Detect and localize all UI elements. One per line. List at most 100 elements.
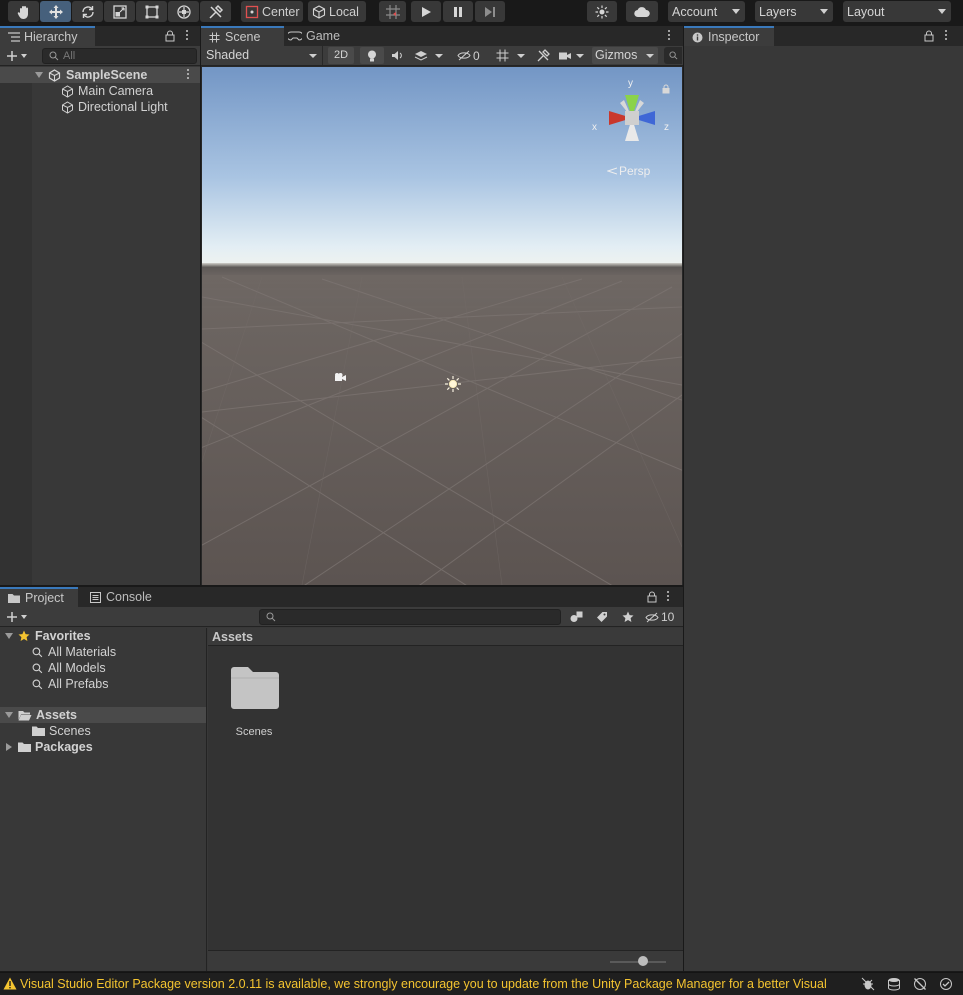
scale-tool-button[interactable]: [104, 1, 135, 22]
breadcrumb-assets[interactable]: Assets: [212, 630, 253, 644]
hand-tool-button[interactable]: [8, 1, 39, 22]
star-icon: [622, 611, 634, 622]
scene-viewport[interactable]: y x z Persp: [202, 67, 682, 585]
rect-tool-button[interactable]: [136, 1, 167, 22]
search-by-type-button[interactable]: [567, 609, 585, 625]
folder-icon: [32, 726, 45, 736]
project-panel: Project Console 10 Favorites All Materia…: [0, 587, 683, 971]
favorite-item-all-models[interactable]: All Models: [0, 660, 206, 676]
orientation-gizmo[interactable]: y x z Persp: [587, 73, 677, 183]
project-folder-tree: Favorites All Materials All Models All P…: [0, 628, 207, 971]
grid-snap-button[interactable]: [379, 1, 406, 22]
toggle-2d-button[interactable]: 2D: [328, 47, 354, 64]
network-off-icon[interactable]: [913, 977, 927, 991]
move-tool-button[interactable]: [40, 1, 71, 22]
bug-icon[interactable]: [861, 977, 875, 991]
search-by-label-button[interactable]: [593, 609, 611, 625]
zoom-slider-thumb[interactable]: [638, 956, 648, 966]
pivot-rotation-button[interactable]: Local: [308, 1, 366, 22]
create-add-button[interactable]: [6, 48, 34, 64]
list-icon: [8, 32, 20, 42]
folder-icon: [8, 594, 20, 603]
tab-inspector[interactable]: Inspector: [684, 26, 774, 46]
expand-arrow-icon[interactable]: [35, 72, 43, 78]
services-button[interactable]: [587, 1, 617, 22]
expand-arrow-icon[interactable]: [5, 712, 13, 718]
more-menu-icon[interactable]: [185, 30, 189, 42]
project-search-input[interactable]: [259, 609, 561, 625]
hierarchy-gutter: [0, 67, 32, 585]
lock-icon[interactable]: [924, 30, 934, 42]
folder-open-icon: [18, 710, 32, 720]
hidden-packages-toggle[interactable]: 10: [645, 609, 681, 625]
layers-dropdown[interactable]: Layers: [755, 1, 833, 22]
asset-label: Scenes: [235, 726, 273, 738]
tab-scene[interactable]: Scene: [201, 26, 284, 46]
favorite-item-all-prefabs[interactable]: All Prefabs: [0, 676, 206, 692]
tab-project[interactable]: Project: [0, 587, 78, 607]
chevron-down-icon[interactable]: [517, 54, 525, 58]
hierarchy-item-main-camera[interactable]: Main Camera: [0, 83, 200, 99]
directional-light-gizmo-icon[interactable]: [444, 375, 462, 393]
account-dropdown[interactable]: Account: [668, 1, 745, 22]
chevron-down-icon: [21, 54, 27, 58]
hidden-count: 0: [473, 48, 480, 63]
packages-folder-row[interactable]: Packages: [0, 739, 206, 755]
expand-arrow-icon[interactable]: [5, 633, 13, 639]
projection-toggle[interactable]: Persp: [607, 164, 650, 178]
create-add-button[interactable]: [6, 609, 34, 625]
tab-hierarchy[interactable]: Hierarchy: [0, 26, 95, 46]
save-search-button[interactable]: [619, 609, 637, 625]
tab-console[interactable]: Console: [80, 587, 160, 607]
favorites-row[interactable]: Favorites: [0, 628, 206, 644]
lock-icon[interactable]: [662, 84, 670, 94]
scene-row[interactable]: SampleScene: [0, 67, 200, 83]
pause-button[interactable]: [443, 1, 473, 22]
lock-icon[interactable]: [647, 591, 657, 603]
tab-game[interactable]: Game: [284, 26, 356, 46]
more-menu-icon[interactable]: [944, 30, 948, 42]
cache-server-icon[interactable]: [887, 977, 901, 991]
audio-toggle[interactable]: [386, 47, 408, 64]
pivot-center-icon: [245, 5, 259, 18]
grid-hash-icon: [209, 32, 220, 42]
assets-folder-row[interactable]: Assets: [0, 707, 206, 723]
chevron-down-icon: [309, 54, 317, 58]
chevron-down-icon[interactable]: [435, 54, 443, 58]
more-menu-icon[interactable]: [666, 591, 670, 603]
lock-icon[interactable]: [165, 30, 175, 42]
camera-settings-dropdown[interactable]: [558, 47, 588, 64]
hidden-objects-toggle[interactable]: 0: [457, 47, 487, 64]
status-message[interactable]: Visual Studio Editor Package version 2.0…: [20, 977, 840, 991]
step-button[interactable]: [475, 1, 505, 22]
scene-search-input[interactable]: [664, 47, 682, 64]
more-menu-icon[interactable]: [186, 69, 190, 81]
hierarchy-search-input[interactable]: All: [42, 48, 197, 64]
item-label: All Materials: [48, 645, 117, 659]
shading-mode-dropdown[interactable]: Shaded: [201, 46, 323, 65]
gizmos-dropdown[interactable]: Gizmos: [592, 47, 658, 64]
hierarchy-tabbar: Hierarchy: [0, 26, 200, 46]
lighting-toggle[interactable]: [360, 47, 384, 64]
tools-toggle[interactable]: [532, 47, 554, 64]
asset-folder-scenes[interactable]: Scenes: [224, 666, 284, 738]
more-menu-icon[interactable]: [667, 30, 671, 42]
tab-game-label: Game: [306, 29, 341, 43]
rotate-tool-button[interactable]: [72, 1, 103, 22]
camera-gizmo-icon[interactable]: [333, 372, 347, 384]
custom-tool-button[interactable]: [200, 1, 231, 22]
custom-tool-icon: [208, 4, 223, 19]
transform-tool-button[interactable]: [168, 1, 199, 22]
pivot-mode-button[interactable]: Center: [241, 1, 303, 22]
project-toolbar: 10: [0, 607, 683, 627]
grid-toggle[interactable]: [491, 47, 513, 64]
expand-arrow-icon[interactable]: [6, 743, 12, 751]
play-button[interactable]: [411, 1, 441, 22]
hierarchy-item-directional-light[interactable]: Directional Light: [0, 99, 200, 115]
scenes-folder-row[interactable]: Scenes: [0, 723, 206, 739]
effects-toggle[interactable]: [410, 47, 432, 64]
favorite-item-all-materials[interactable]: All Materials: [0, 644, 206, 660]
cloud-button[interactable]: [626, 1, 658, 22]
checkmark-circle-icon[interactable]: [939, 977, 953, 991]
layout-dropdown[interactable]: Layout: [843, 1, 951, 22]
